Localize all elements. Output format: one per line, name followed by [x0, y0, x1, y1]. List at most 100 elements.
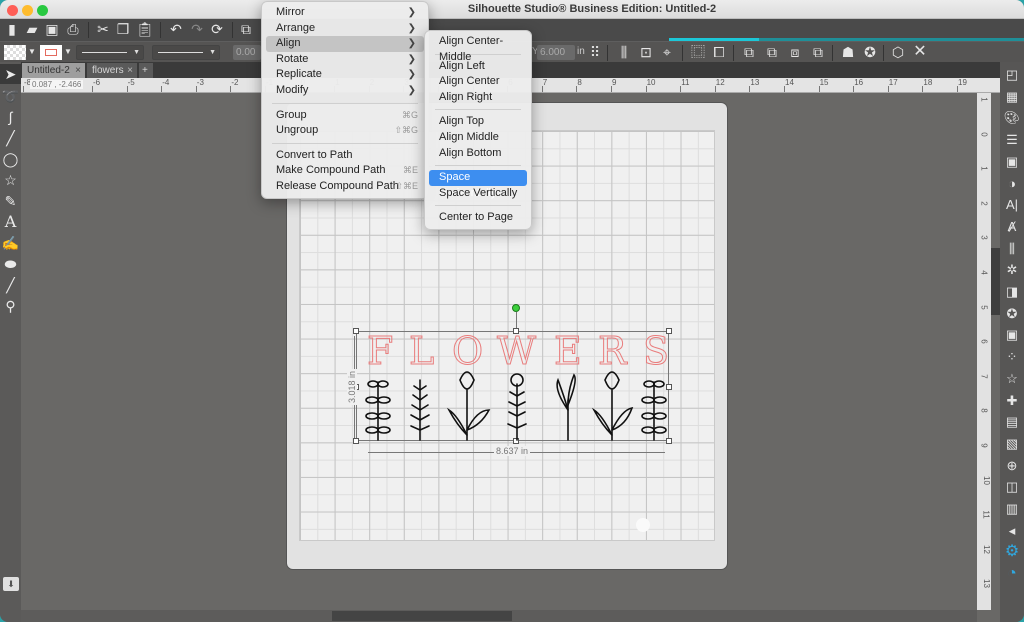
- menu-item-replicate[interactable]: Replicate ❯: [266, 67, 424, 83]
- contrast-icon[interactable]: ◑: [1002, 174, 1022, 194]
- submenu-item-align-top[interactable]: Align Top: [429, 114, 527, 130]
- distribute-icon[interactable]: ⫼: [614, 42, 634, 62]
- collapse-arrow-icon[interactable]: ◂: [1002, 521, 1022, 541]
- transform-icon[interactable]: ⫼: [1002, 239, 1022, 259]
- design-letter-o[interactable]: O: [451, 331, 483, 372]
- open-folder-icon[interactable]: ▰: [22, 19, 42, 39]
- 3d-icon[interactable]: ◫: [1002, 477, 1022, 497]
- menu-item-arrange[interactable]: Arrange ❯: [266, 21, 424, 37]
- redo-icon[interactable]: ↷: [187, 19, 207, 39]
- group-select-icon[interactable]: ⧉: [236, 19, 256, 39]
- design-letter-l[interactable]: L: [408, 331, 434, 372]
- print-icon[interactable]: ⎙: [63, 19, 83, 39]
- cut-icon[interactable]: ✂: [93, 19, 113, 39]
- design-letter-r[interactable]: R: [598, 331, 628, 372]
- pencil-icon[interactable]: ✎: [0, 191, 21, 211]
- submenu-item-align-left[interactable]: Align Left: [429, 59, 527, 75]
- resize-handle-tl[interactable]: [353, 328, 359, 334]
- submenu-item-align-middle[interactable]: Align Middle: [429, 130, 527, 146]
- offset-icon[interactable]: ✪: [1002, 304, 1022, 324]
- text-style-icon[interactable]: A|: [1002, 195, 1022, 215]
- submenu-item-align-bottom[interactable]: Align Bottom: [429, 146, 527, 162]
- submenu-item-align-center[interactable]: Align Center: [429, 74, 527, 90]
- menu-item-modify[interactable]: Modify ❯: [266, 83, 424, 99]
- eyedropper-icon[interactable]: ⚲: [0, 296, 21, 316]
- rotate-handle[interactable]: [512, 304, 520, 312]
- web-icon[interactable]: ⊕: [1002, 456, 1022, 476]
- menu-item-release-compound-path[interactable]: Release Compound Path ⇧⌘E: [266, 179, 424, 195]
- lasso-icon[interactable]: ➰: [0, 86, 21, 106]
- submenu-item-align-right[interactable]: Align Right: [429, 90, 527, 106]
- design-letter-e[interactable]: E: [554, 331, 583, 372]
- scrollbar-thumb[interactable]: [332, 611, 512, 621]
- menu-item-mirror[interactable]: Mirror ❯: [266, 5, 424, 21]
- bring-forward-icon[interactable]: ⧉: [739, 42, 759, 62]
- crosshair-icon[interactable]: ⌖: [657, 42, 677, 62]
- center-page-icon[interactable]: ⊡: [636, 42, 656, 62]
- line-icon[interactable]: ╱: [0, 128, 21, 148]
- close-tab-icon[interactable]: ×: [75, 63, 81, 78]
- layers-icon[interactable]: ▤: [1002, 412, 1022, 432]
- y-position-input[interactable]: 6.000: [537, 45, 575, 60]
- group-icon[interactable]: ⿴: [688, 42, 708, 62]
- polygon-star-icon[interactable]: ☆: [0, 170, 21, 190]
- settings-gear-icon[interactable]: ⚙: [1002, 542, 1022, 562]
- chevron-down-icon[interactable]: ▼: [58, 42, 78, 62]
- text-edit-icon[interactable]: ✍: [0, 233, 21, 253]
- fill-palette-icon[interactable]: 🎨︎: [1002, 108, 1022, 128]
- save-icon[interactable]: ▣: [42, 19, 62, 39]
- add-tab-button[interactable]: +: [139, 63, 153, 78]
- vertical-scrollbar-thumb[interactable]: [991, 248, 1000, 315]
- bezier-curve-icon[interactable]: ∫: [0, 107, 21, 127]
- design-letter-f[interactable]: F: [366, 331, 393, 372]
- submenu-item-space-vertically[interactable]: Space Vertically: [429, 186, 527, 202]
- sketch-icon[interactable]: Ⱥ: [1002, 217, 1022, 237]
- menu-item-group[interactable]: Group ⌘G: [266, 108, 424, 124]
- doc-tab-untitled[interactable]: Untitled-2 ×: [22, 63, 85, 78]
- submenu-item-space-horizontally[interactable]: Space Horizontally: [429, 170, 527, 199]
- eraser-icon[interactable]: ⬬: [0, 254, 21, 274]
- ungroup-icon[interactable]: ⧠: [709, 42, 729, 62]
- modify-icon[interactable]: ◨: [1002, 282, 1022, 302]
- reference-point-icon[interactable]: ⠿: [585, 42, 605, 62]
- page-setup-icon[interactable]: ◰: [1002, 65, 1022, 85]
- bring-front-icon[interactable]: ⧈: [785, 42, 805, 62]
- ellipse-icon[interactable]: ◯: [0, 149, 21, 169]
- puzzle-icon[interactable]: ✚: [1002, 391, 1022, 411]
- line-end-dropdown[interactable]: ▼: [152, 45, 220, 60]
- library-panel-toggle[interactable]: ⬇: [3, 577, 19, 591]
- hatch-icon[interactable]: ▧: [1002, 434, 1022, 454]
- replicate-icon[interactable]: ⬡: [888, 42, 908, 62]
- select-arrow-icon[interactable]: ➤: [0, 64, 21, 84]
- line-width-input[interactable]: 0.00: [233, 45, 261, 60]
- redraw-icon[interactable]: ⟳: [207, 19, 227, 39]
- close-tab-icon[interactable]: ×: [127, 63, 133, 78]
- doc-tab-flowers[interactable]: flowers ×: [87, 63, 137, 78]
- image-trace-icon[interactable]: ▣: [1002, 152, 1022, 172]
- menu-item-align[interactable]: Align ❯: [266, 36, 424, 52]
- submenu-item-center-to-page[interactable]: Center to Page: [429, 210, 527, 226]
- send-backward-icon[interactable]: ⧉: [808, 42, 828, 62]
- design-letter-w[interactable]: W: [496, 331, 536, 372]
- line-style-dropdown[interactable]: ▼: [76, 45, 144, 60]
- star-outline-icon[interactable]: ☆: [1002, 369, 1022, 389]
- design-letter-s[interactable]: S: [642, 331, 669, 372]
- text-icon[interactable]: A: [0, 212, 21, 232]
- copy-icon[interactable]: ❐: [113, 19, 133, 39]
- trace-icon[interactable]: ▣: [1002, 325, 1022, 345]
- menu-item-convert-to-path[interactable]: Convert to Path: [266, 148, 424, 164]
- knife-icon[interactable]: ╱: [0, 275, 21, 295]
- undo-icon[interactable]: ↶: [166, 19, 186, 39]
- new-document-icon[interactable]: ▮: [2, 19, 22, 39]
- line-style-icon[interactable]: ☰: [1002, 130, 1022, 150]
- rhinestone-icon[interactable]: ⁘: [1002, 347, 1022, 367]
- menu-item-make-compound-path[interactable]: Make Compound Path ⌘E: [266, 163, 424, 179]
- resize-handle-bl[interactable]: [353, 438, 359, 444]
- chevron-down-icon[interactable]: ▼: [22, 42, 42, 62]
- offset-star-icon[interactable]: ✪: [860, 42, 880, 62]
- paste-icon[interactable]: 📋︎: [135, 19, 155, 39]
- grid-icon[interactable]: ▥: [1002, 499, 1022, 519]
- replicate-icon[interactable]: ✲: [1002, 260, 1022, 280]
- horizontal-scrollbar[interactable]: [21, 610, 977, 622]
- pix-scan-icon[interactable]: ▦: [1002, 87, 1022, 107]
